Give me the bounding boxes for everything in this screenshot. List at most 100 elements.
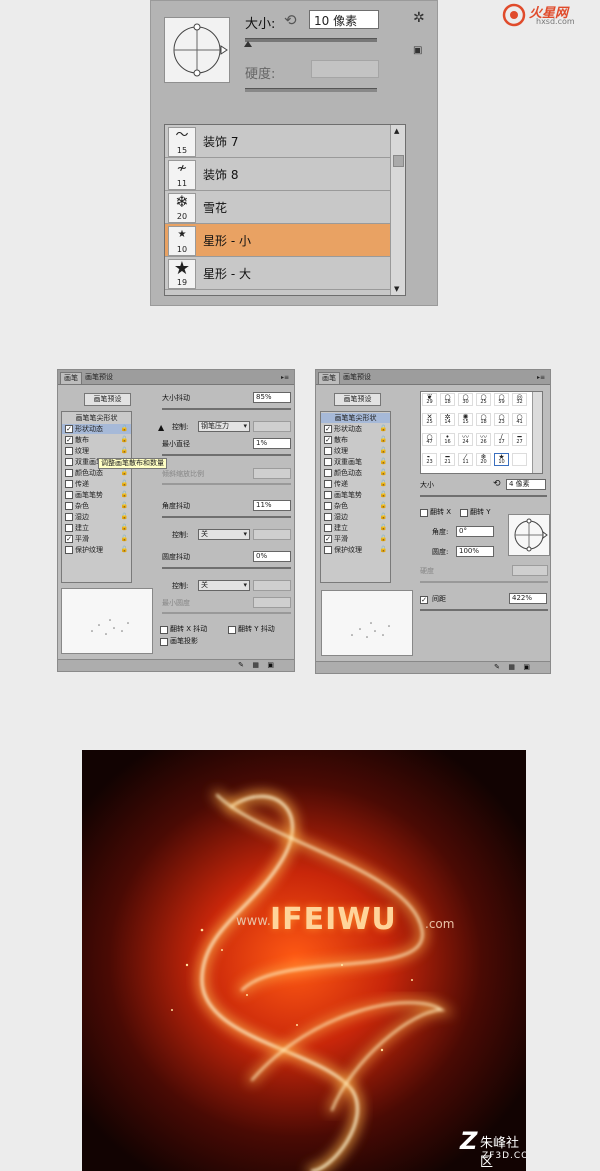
roundness-jitter-input[interactable]: 0% — [253, 551, 291, 562]
option-tip-shape[interactable]: 画笔笔尖形状 — [321, 413, 390, 423]
lock-icon[interactable]: 🔓 — [380, 479, 387, 489]
roundness-control-select[interactable]: 关 ▾ — [198, 580, 250, 591]
lock-icon[interactable]: 🔓 — [121, 523, 128, 533]
tab-brush-presets[interactable]: 画笔预设 — [82, 372, 116, 383]
checkbox[interactable] — [65, 447, 73, 455]
scroll-up-icon[interactable]: ▲ — [394, 127, 399, 135]
size-slider[interactable] — [245, 38, 377, 42]
size-input[interactable]: 4 像素 — [506, 479, 546, 490]
brush-row-selected[interactable]: ★ 10 星形 - 小 — [165, 224, 390, 257]
tilt-scale-slider[interactable] — [162, 483, 291, 485]
flip-x-jitter-checkbox[interactable] — [160, 626, 168, 634]
brush-tip-cell[interactable]: ○ 18 — [476, 413, 491, 426]
scroll-thumb[interactable] — [393, 155, 404, 167]
min-diameter-input[interactable]: 1% — [253, 438, 291, 449]
grid-icon[interactable]: ▦ — [252, 661, 259, 670]
panel-menu-icon[interactable]: ▸≡ — [534, 372, 548, 383]
option-tip-shape[interactable]: 画笔笔尖形状 — [62, 413, 131, 423]
brush-tip-cell[interactable]: 〰 24 — [458, 433, 473, 446]
brush-tip-cell[interactable]: ◎ 32 — [512, 393, 527, 406]
checkbox[interactable] — [65, 502, 73, 510]
lock-icon[interactable]: 🔓 — [121, 424, 128, 434]
option-build-up[interactable]: 建立 🔓 — [62, 523, 131, 533]
tab-brush-presets[interactable]: 画笔预设 — [340, 372, 374, 383]
brush-tip-cell[interactable]: ✕ 25 — [422, 413, 437, 426]
checkbox-checked[interactable]: ✓ — [324, 425, 332, 433]
lock-icon[interactable]: 🔓 — [380, 435, 387, 445]
brush-tip-cell[interactable]: ○ 25 — [476, 393, 491, 406]
reset-size-icon[interactable]: ⟲ — [493, 480, 501, 489]
lock-icon[interactable]: 🔓 — [121, 512, 128, 522]
checkbox-checked[interactable]: ✓ — [65, 425, 73, 433]
option-brush-pose[interactable]: 画笔笔势 🔓 — [321, 490, 390, 500]
brush-tip-cell[interactable] — [512, 453, 527, 466]
checkbox[interactable] — [65, 458, 73, 466]
brush-presets-button[interactable]: 画笔预设 — [334, 393, 381, 406]
checkbox[interactable] — [65, 546, 73, 554]
brush-presets-button[interactable]: 画笔预设 — [84, 393, 131, 406]
grid-icon[interactable]: ▦ — [508, 663, 515, 672]
hardness-input[interactable] — [512, 565, 548, 576]
brush-tip-cell[interactable]: ✺ 15 — [458, 413, 473, 426]
roundness-control-amount[interactable] — [253, 580, 291, 591]
size-control-amount[interactable] — [253, 421, 291, 432]
spacing-slider[interactable] — [420, 609, 548, 611]
tab-brush[interactable]: 画笔 — [318, 372, 340, 384]
checkbox[interactable] — [65, 480, 73, 488]
min-diameter-slider[interactable] — [162, 454, 291, 456]
brush-tip-cell[interactable]: • 16 — [440, 433, 455, 446]
option-texture[interactable]: 纹理 🔓 — [62, 446, 131, 456]
checkbox[interactable] — [324, 447, 332, 455]
hardness-input[interactable] — [311, 60, 379, 78]
new-brush-icon[interactable]: ▣ — [267, 661, 274, 670]
angle-widget[interactable] — [508, 514, 550, 556]
lock-icon[interactable]: 🔓 — [121, 468, 128, 478]
brush-tip-cell[interactable]: ∕ 17 — [494, 433, 509, 446]
brush-list-scrollbar[interactable]: ▲ ▼ — [390, 125, 405, 295]
brush-tool-icon[interactable]: ✎ — [494, 663, 500, 672]
lock-icon[interactable]: 🔓 — [121, 534, 128, 544]
min-roundness-slider[interactable] — [162, 612, 291, 614]
hardness-slider[interactable] — [245, 88, 377, 92]
new-brush-icon[interactable]: ▣ — [523, 663, 530, 672]
brush-tip-cell[interactable]: ❄ 20 — [476, 453, 491, 466]
brush-tip-cell[interactable]: ✲ 14 — [440, 413, 455, 426]
lock-icon[interactable]: 🔓 — [380, 523, 387, 533]
brush-projection-checkbox[interactable] — [160, 638, 168, 646]
brush-tip-cell[interactable]: ❦ 29 — [422, 393, 437, 406]
lock-icon[interactable]: 🔓 — [121, 435, 128, 445]
option-noise[interactable]: 杂色 🔓 — [321, 501, 390, 511]
spacing-input[interactable]: 422% — [509, 593, 547, 604]
angle-jitter-input[interactable]: 11% — [253, 500, 291, 511]
lock-icon[interactable]: 🔓 — [121, 501, 128, 511]
option-transfer[interactable]: 传递 🔓 — [62, 479, 131, 489]
roundness-input[interactable]: 100% — [456, 546, 494, 557]
option-wet-edges[interactable]: 湿边 🔓 — [62, 512, 131, 522]
flip-y-checkbox[interactable] — [460, 509, 468, 517]
brush-tip-cell[interactable]: ★ 10 — [494, 453, 509, 466]
flip-x-checkbox[interactable] — [420, 509, 428, 517]
size-slider[interactable] — [420, 495, 547, 497]
checkbox-checked[interactable]: ✓ — [324, 436, 332, 444]
option-wet-edges[interactable]: 湿边 🔓 — [321, 512, 390, 522]
checkbox[interactable] — [324, 491, 332, 499]
option-protect-texture[interactable]: 保护纹理 🔓 — [321, 545, 390, 555]
option-build-up[interactable]: 建立 🔓 — [321, 523, 390, 533]
size-control-select[interactable]: 钢笔压力 ▾ — [198, 421, 250, 432]
lock-icon[interactable]: 🔓 — [380, 457, 387, 467]
brush-tip-scrollbar[interactable] — [532, 392, 542, 473]
option-noise[interactable]: 杂色 🔓 — [62, 501, 131, 511]
brush-tip-cell[interactable]: ○ 30 — [458, 393, 473, 406]
brush-tip-cell[interactable]: ○ 41 — [512, 413, 527, 426]
angle-widget-dial[interactable] — [509, 515, 549, 555]
option-brush-pose[interactable]: 画笔笔势 🔓 — [62, 490, 131, 500]
checkbox-checked[interactable]: ✓ — [65, 535, 73, 543]
angle-control-select[interactable]: 关 ▾ — [198, 529, 250, 540]
option-dual-brush[interactable]: 双重画笔 🔓 — [321, 457, 390, 467]
brush-tip-cell[interactable]: ╸ 23 — [422, 453, 437, 466]
brush-tip-cell[interactable]: 〰 26 — [476, 433, 491, 446]
option-transfer[interactable]: 传递 🔓 — [321, 479, 390, 489]
angle-jitter-slider[interactable] — [162, 516, 291, 518]
brush-row[interactable]: ≁ 11 装饰 8 — [165, 158, 390, 191]
checkbox[interactable] — [324, 524, 332, 532]
